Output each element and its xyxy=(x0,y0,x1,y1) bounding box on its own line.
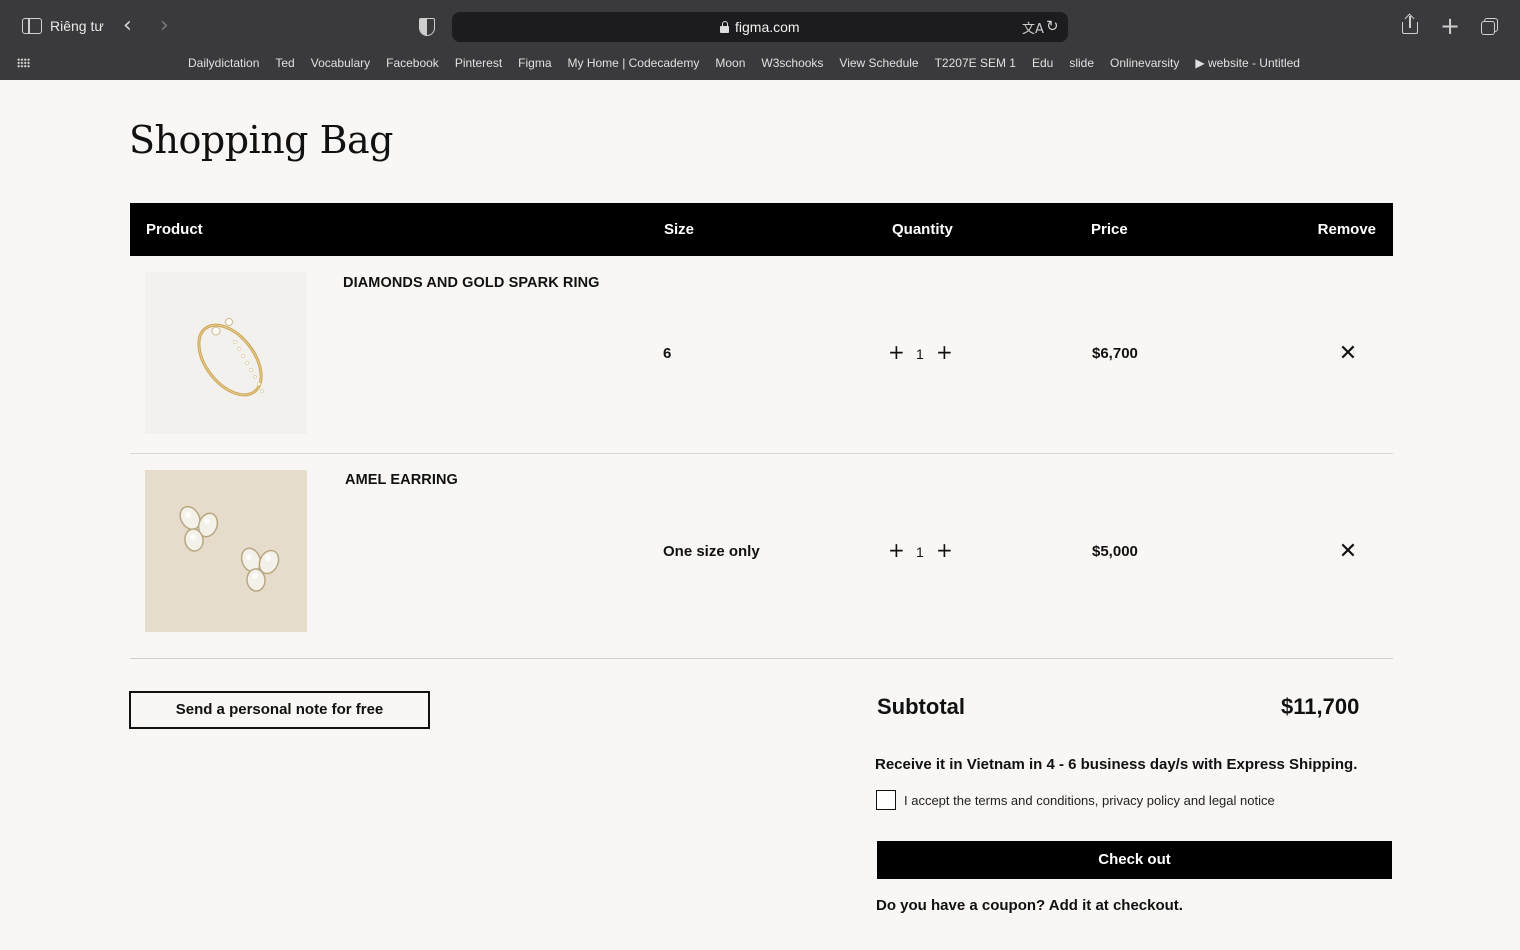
bookmark-item[interactable]: Figma xyxy=(518,56,551,70)
shipping-info: Receive it in Vietnam in 4 - 6 business … xyxy=(875,756,1358,773)
checkout-button[interactable]: Check out xyxy=(877,841,1392,879)
header-price: Price xyxy=(1091,221,1128,238)
browser-chrome: Riêng tư ‹ › figma.com 文A ↻ + Dailydicta… xyxy=(0,0,1520,80)
bookmark-item[interactable]: T2207E SEM 1 xyxy=(935,56,1016,70)
remove-item-icon[interactable]: ✕ xyxy=(1337,343,1359,365)
quantity-stepper: + 1 + xyxy=(888,341,958,364)
reload-icon[interactable]: ↻ xyxy=(1046,17,1059,35)
back-icon[interactable]: ‹ xyxy=(123,14,132,38)
quantity-value: 1 xyxy=(916,544,924,560)
bookmark-item[interactable]: Dailydictation xyxy=(188,56,259,70)
header-quantity: Quantity xyxy=(892,221,953,238)
address-bar[interactable]: figma.com 文A ↻ xyxy=(452,12,1068,42)
tab-overview-icon[interactable] xyxy=(1481,18,1499,36)
product-size: One size only xyxy=(663,543,760,560)
subtotal-value: $11,700 xyxy=(1281,694,1360,719)
terms-checkbox[interactable] xyxy=(876,790,896,810)
apps-grid-icon[interactable] xyxy=(17,58,30,68)
translate-icon[interactable]: 文A xyxy=(1022,18,1044,37)
sidebar-toggle-icon[interactable] xyxy=(22,18,42,34)
bookmark-item[interactable]: ▶ website - Untitled xyxy=(1195,56,1300,70)
quantity-stepper: + 1 + xyxy=(888,539,958,562)
header-remove: Remove xyxy=(1317,221,1376,238)
table-row: AMEL EARRING One size only + 1 + $5,000 … xyxy=(130,454,1393,659)
private-mode-label: Riêng tư xyxy=(50,18,104,34)
quantity-value: 1 xyxy=(916,346,924,362)
bookmark-item[interactable]: My Home | Codecademy xyxy=(568,56,700,70)
product-price: $5,000 xyxy=(1092,543,1138,560)
header-size: Size xyxy=(664,221,695,238)
bookmark-item[interactable]: Ted xyxy=(275,56,294,70)
remove-item-icon[interactable]: ✕ xyxy=(1337,541,1359,563)
bookmark-item[interactable]: Moon xyxy=(715,56,745,70)
terms-label: I accept the terms and conditions, priva… xyxy=(904,793,1275,808)
new-tab-icon[interactable]: + xyxy=(1440,12,1460,40)
bookmark-item[interactable]: Vocabulary xyxy=(311,56,370,70)
decrease-quantity-icon[interactable]: + xyxy=(888,341,905,363)
bookmarks-bar: Dailydictation Ted Vocabulary Facebook P… xyxy=(0,52,1520,80)
increase-quantity-icon[interactable]: + xyxy=(936,539,953,561)
product-price: $6,700 xyxy=(1092,345,1138,362)
lock-icon xyxy=(720,21,729,33)
coupon-info: Do you have a coupon? Add it at checkout… xyxy=(876,897,1183,914)
bookmark-item[interactable]: slide xyxy=(1069,56,1094,70)
bookmark-item[interactable]: Edu xyxy=(1032,56,1053,70)
subtotal-label: Subtotal xyxy=(877,694,965,719)
ring-product-image[interactable] xyxy=(145,272,307,434)
bookmarks-list: Dailydictation Ted Vocabulary Facebook P… xyxy=(188,56,1300,70)
product-name[interactable]: AMEL EARRING xyxy=(345,472,458,488)
bookmark-item[interactable]: W3schooks xyxy=(761,56,823,70)
bookmark-item[interactable]: View Schedule xyxy=(839,56,918,70)
header-product: Product xyxy=(146,221,203,238)
table-header: Product Size Quantity Price Remove xyxy=(130,203,1393,256)
forward-icon[interactable]: › xyxy=(160,14,169,38)
bookmark-item[interactable]: Pinterest xyxy=(455,56,502,70)
decrease-quantity-icon[interactable]: + xyxy=(888,539,905,561)
earring-product-image[interactable] xyxy=(145,470,307,632)
increase-quantity-icon[interactable]: + xyxy=(936,341,953,363)
page-title: Shopping Bag xyxy=(129,118,393,162)
personal-note-button[interactable]: Send a personal note for free xyxy=(129,691,430,729)
browser-toolbar: Riêng tư ‹ › figma.com 文A ↻ + xyxy=(0,0,1520,52)
table-row: DIAMONDS AND GOLD SPARK RING 6 + 1 + $6,… xyxy=(130,256,1393,454)
privacy-shield-icon[interactable] xyxy=(419,18,435,36)
share-icon[interactable] xyxy=(1402,16,1418,34)
url-text: figma.com xyxy=(735,19,800,35)
product-size: 6 xyxy=(663,345,672,362)
product-name[interactable]: DIAMONDS AND GOLD SPARK RING xyxy=(343,275,600,291)
bookmark-item[interactable]: Facebook xyxy=(386,56,439,70)
bookmark-item[interactable]: Onlinevarsity xyxy=(1110,56,1179,70)
